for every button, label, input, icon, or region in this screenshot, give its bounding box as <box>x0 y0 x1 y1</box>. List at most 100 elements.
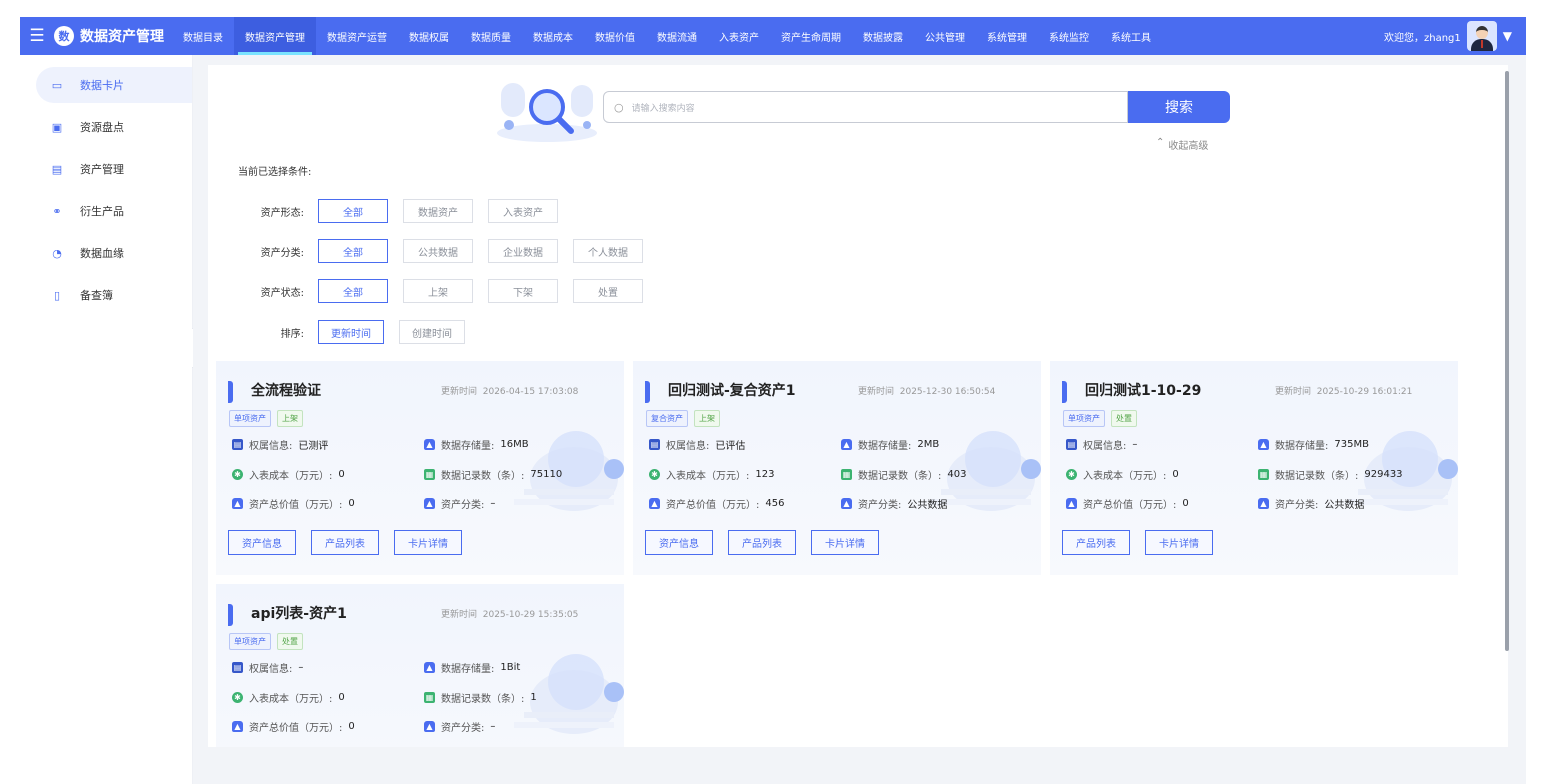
filter-chip[interactable]: 全部 <box>318 279 388 303</box>
current-conditions-label: 当前已选择条件: <box>238 167 312 178</box>
card-update-time: 更新时间 2025-10-29 16:01:21 <box>1275 387 1413 397</box>
filter-chip[interactable]: 下架 <box>488 279 558 303</box>
card-detail-button[interactable]: 卡片详情 <box>1145 530 1213 555</box>
filter-chip[interactable]: 数据资产 <box>403 199 473 223</box>
sidebar-item-label: 资源盘点 <box>80 121 124 134</box>
nav-item-circulation[interactable]: 数据流通 <box>646 17 708 55</box>
product-list-button[interactable]: 产品列表 <box>1062 530 1130 555</box>
asset-type-tag: 单项资产 <box>1063 410 1105 427</box>
filter-chip[interactable]: 公共数据 <box>403 239 473 263</box>
asset-type-tag: 单项资产 <box>229 410 271 427</box>
card-accent-bar <box>228 604 233 626</box>
sidebar-item-reference-book[interactable]: ▯ 备查簿 <box>36 277 192 313</box>
filter-chip[interactable]: 上架 <box>403 279 473 303</box>
nav-item-asset-management[interactable]: 数据资产管理 <box>234 17 316 55</box>
nav-item-cost[interactable]: 数据成本 <box>522 17 584 55</box>
filter-chip[interactable]: 企业数据 <box>488 239 558 263</box>
filter-chip[interactable]: 全部 <box>318 199 388 223</box>
status-badge: 处置 <box>277 633 303 650</box>
ownership-icon: ▤ <box>232 439 243 450</box>
value-icon: ▲ <box>232 498 243 509</box>
nav-item-system-monitor[interactable]: 系统监控 <box>1038 17 1100 55</box>
ownership-icon: ▤ <box>1066 439 1077 450</box>
nav-item-system-tools[interactable]: 系统工具 <box>1100 17 1162 55</box>
field-category: ▲ 资产分类: 公共数据 <box>1258 496 1364 511</box>
card-detail-button[interactable]: 卡片详情 <box>811 530 879 555</box>
sort-chip[interactable]: 更新时间 <box>318 320 384 344</box>
advanced-toggle[interactable]: ⌃ 收起高级 <box>1156 137 1208 152</box>
card-title[interactable]: 回归测试1-10-29 <box>1085 380 1201 400</box>
sidebar-item-label: 数据卡片 <box>80 79 124 92</box>
sidebar-item-data-card[interactable]: ▭ 数据卡片 <box>36 67 192 103</box>
status-badge: 处置 <box>1111 410 1137 427</box>
cost-icon: ✱ <box>1066 469 1077 480</box>
sidebar-item-inventory[interactable]: ▣ 资源盘点 <box>36 109 192 145</box>
field-cost: ✱ 入表成本（万元）: 0 <box>1066 467 1179 482</box>
value-icon: ▲ <box>1066 498 1077 509</box>
card-detail-button[interactable]: 卡片详情 <box>394 530 462 555</box>
sidebar-item-derivative-products[interactable]: ⚭ 衍生产品 <box>36 193 192 229</box>
filter-row-form: 资产形态: 全部 数据资产 入表资产 <box>208 199 573 223</box>
field-records: ▦ 数据记录数（条）: 929433 <box>1258 469 1403 482</box>
field-records: ▦ 数据记录数（条）: 403 <box>841 469 967 482</box>
inventory-icon: ▣ <box>51 120 63 134</box>
field-value: ▲ 资产总价值（万元）: 0 <box>1066 496 1189 511</box>
filter-chip[interactable]: 个人数据 <box>573 239 643 263</box>
sidebar-item-label: 数据血缘 <box>80 247 124 260</box>
user-menu[interactable]: 欢迎您，zhang1 ▼ <box>1384 21 1526 51</box>
menu-toggle-icon[interactable]: ☰ <box>20 17 54 55</box>
field-category: ▲ 资产分类: – <box>424 496 495 511</box>
asset-info-button[interactable]: 资产信息 <box>645 530 713 555</box>
nav-item-quality[interactable]: 数据质量 <box>460 17 522 55</box>
records-icon: ▦ <box>841 469 852 480</box>
nav-item-value[interactable]: 数据价值 <box>584 17 646 55</box>
caret-down-icon[interactable]: ▼ <box>1503 29 1512 43</box>
vertical-scrollbar[interactable] <box>1505 71 1509 651</box>
card-title[interactable]: 回归测试-复合资产1 <box>668 380 796 400</box>
field-ownership: ▤ 权属信息: 已评估 <box>649 439 746 452</box>
nav-item-public-management[interactable]: 公共管理 <box>914 17 976 55</box>
card-title[interactable]: 全流程验证 <box>251 380 321 400</box>
nav-item-ownership[interactable]: 数据权属 <box>398 17 460 55</box>
cost-icon: ✱ <box>232 692 243 703</box>
field-storage: ▲ 数据存储量: 2MB <box>841 437 939 452</box>
value-icon: ▲ <box>649 498 660 509</box>
ownership-icon: ▤ <box>232 662 243 673</box>
search-button[interactable]: 搜索 <box>1128 91 1230 123</box>
sidebar-item-asset-management[interactable]: ▤ 资产管理 <box>36 151 192 187</box>
search-input[interactable]: ○ 请输入搜索内容 <box>603 91 1128 123</box>
filter-chip[interactable]: 处置 <box>573 279 643 303</box>
avatar[interactable] <box>1466 21 1497 51</box>
lineage-icon: ◔ <box>52 246 62 260</box>
asset-type-tag: 单项资产 <box>229 633 271 650</box>
filter-label: 资产分类: <box>260 247 304 259</box>
product-list-button[interactable]: 产品列表 <box>728 530 796 555</box>
field-ownership: ▤ 权属信息: – <box>1066 439 1138 452</box>
search-icon: ○ <box>614 100 624 114</box>
sidebar-item-data-lineage[interactable]: ◔ 数据血缘 <box>36 235 192 271</box>
status-badge: 上架 <box>277 410 303 427</box>
nav-item-catalog[interactable]: 数据目录 <box>172 17 234 55</box>
nav-item-disclosure[interactable]: 数据披露 <box>852 17 914 55</box>
app-title: 数据资产管理 <box>80 29 164 45</box>
nav-item-system-management[interactable]: 系统管理 <box>976 17 1038 55</box>
nav-item-asset-operation[interactable]: 数据资产运营 <box>316 17 398 55</box>
category-icon: ▲ <box>424 498 435 509</box>
category-icon: ▲ <box>424 721 435 732</box>
sidebar: ▭ 数据卡片 ▣ 资源盘点 ▤ 资产管理 ⚭ 衍生产品 ◔ 数据血缘 ▯ 备查簿 <box>20 55 193 784</box>
card-title[interactable]: api列表-资产1 <box>251 603 347 623</box>
sort-chip[interactable]: 创建时间 <box>399 320 465 344</box>
filter-chip[interactable]: 入表资产 <box>488 199 558 223</box>
brand-logo: 数 <box>54 26 74 46</box>
product-list-button[interactable]: 产品列表 <box>311 530 379 555</box>
chevron-up-icon: ⌃ <box>1156 137 1165 148</box>
nav-item-lifecycle[interactable]: 资产生命周期 <box>770 17 852 55</box>
field-storage: ▲ 数据存储量: 735MB <box>1258 437 1369 452</box>
asset-info-button[interactable]: 资产信息 <box>228 530 296 555</box>
nav-item-booked-assets[interactable]: 入表资产 <box>708 17 770 55</box>
filter-chip[interactable]: 全部 <box>318 239 388 263</box>
asset-card: api列表-资产1 更新时间 2025-10-29 15:35:05 单项资产处… <box>216 584 624 747</box>
search-illustration <box>497 83 597 142</box>
filter-label: 资产形态: <box>260 207 304 219</box>
card-update-time: 更新时间 2025-10-29 15:35:05 <box>441 610 579 620</box>
